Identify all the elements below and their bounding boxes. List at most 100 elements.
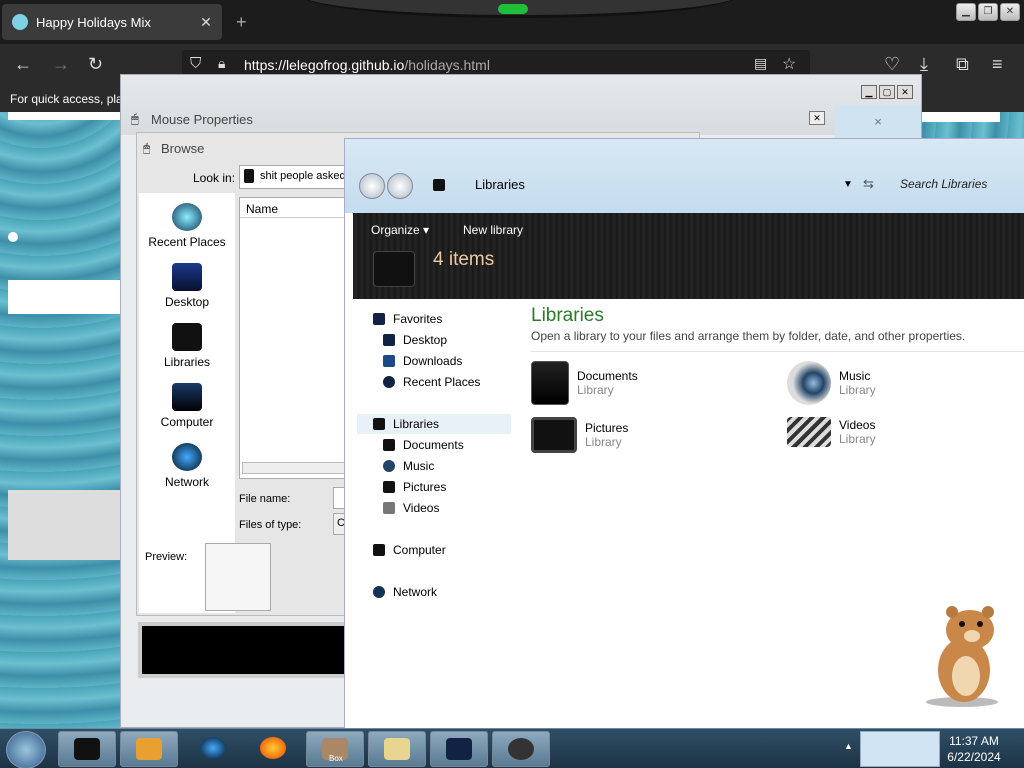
- clock[interactable]: 11:37 AM 6/22/2024: [944, 733, 1004, 765]
- divider: [531, 351, 1024, 352]
- nav-desktop[interactable]: Desktop: [383, 330, 447, 350]
- page-strip: [8, 280, 120, 314]
- libraries-icon: [373, 251, 415, 287]
- page-description: Open a library to your files and arrange…: [531, 329, 966, 343]
- back-button[interactable]: [359, 173, 385, 199]
- libraries-icon: [373, 418, 385, 430]
- notification-tray[interactable]: [860, 731, 940, 767]
- browser-tab[interactable]: Happy Holidays Mix ✕: [2, 4, 222, 40]
- bookmark-star-icon[interactable]: ☆: [782, 54, 796, 74]
- place-computer[interactable]: Computer: [139, 383, 235, 429]
- page-strip: [8, 490, 120, 560]
- url-path: /holidays.html: [404, 57, 490, 73]
- taskbar-explorer[interactable]: [368, 731, 426, 767]
- close-button[interactable]: ✕: [1000, 3, 1020, 21]
- library-type: Library: [585, 435, 622, 449]
- reload-icon[interactable]: ↻: [88, 54, 103, 75]
- library-name: Videos: [839, 418, 876, 432]
- library-item-music[interactable]: Music Library: [787, 361, 876, 405]
- network-icon: [172, 443, 202, 471]
- nav-downloads[interactable]: Downloads: [383, 351, 462, 371]
- dialog-close-button[interactable]: ✕: [809, 111, 825, 125]
- library-item-documents[interactable]: Documents Library: [531, 361, 638, 405]
- chevron-down-icon[interactable]: ▼: [843, 179, 853, 190]
- tray-expand-icon[interactable]: ▲: [844, 741, 853, 751]
- nav-videos[interactable]: Videos: [383, 498, 439, 518]
- monitor-preview: [138, 622, 348, 678]
- recent-places-icon: [383, 376, 395, 388]
- place-network[interactable]: Network: [139, 443, 235, 489]
- look-in-label: Look in:: [193, 171, 236, 185]
- nav-label: Recent Places: [403, 375, 481, 389]
- nav-documents[interactable]: Documents: [383, 435, 464, 455]
- nav-label: Desktop: [403, 333, 448, 347]
- tab-favicon-icon: [12, 14, 28, 30]
- network-icon: [373, 586, 385, 598]
- close-tab-icon[interactable]: ✕: [196, 14, 216, 31]
- nav-pictures[interactable]: Pictures: [383, 477, 446, 497]
- maximize-button[interactable]: ▢: [879, 85, 895, 99]
- back-icon[interactable]: ←: [14, 54, 32, 75]
- dialog-title: Browse: [161, 141, 205, 156]
- refresh-icon[interactable]: ⇆: [863, 176, 874, 192]
- command-bar: Organize ▾ New library 4 items: [353, 213, 1024, 299]
- library-type: Library: [839, 432, 876, 446]
- search-input[interactable]: Search Libraries: [900, 177, 987, 191]
- place-recent-places[interactable]: Recent Places: [139, 203, 235, 249]
- extensions-icon[interactable]: ⧉: [956, 54, 969, 75]
- folder-icon: [384, 738, 410, 760]
- nav-label: Network: [393, 585, 438, 599]
- library-item-pictures[interactable]: Pictures Library: [531, 417, 628, 453]
- nav-favorites[interactable]: Favorites: [373, 309, 442, 329]
- close-icon[interactable]: ×: [874, 114, 882, 129]
- libraries-icon: [172, 323, 202, 351]
- new-tab-icon[interactable]: +: [236, 12, 247, 33]
- nav-label: Music: [403, 459, 435, 473]
- place-libraries[interactable]: Libraries: [139, 323, 235, 369]
- clock-date: 6/22/2024: [947, 750, 1001, 764]
- nav-recent-places[interactable]: Recent Places: [383, 372, 480, 392]
- desktop-icon: [172, 263, 202, 291]
- place-label: Computer: [160, 415, 214, 429]
- breadcrumb[interactable]: Libraries: [475, 177, 525, 192]
- file-type-label: Files of type:: [239, 519, 302, 531]
- menu-icon[interactable]: ≡: [992, 54, 1003, 75]
- pocket-icon[interactable]: ♡: [884, 54, 900, 75]
- clock-time: 11:37 AM: [949, 734, 999, 748]
- nav-computer[interactable]: Computer: [373, 540, 446, 560]
- url-text[interactable]: https://lelegofrog.github.io/holidays.ht…: [244, 57, 490, 73]
- lock-icon[interactable]: 🔒︎: [218, 55, 225, 72]
- page-strip: [920, 112, 1000, 122]
- place-label: Recent Places: [148, 235, 226, 249]
- restore-button[interactable]: ❐: [978, 3, 998, 21]
- nav-libraries[interactable]: Libraries: [357, 414, 511, 434]
- nav-network[interactable]: Network: [373, 582, 437, 602]
- organize-button[interactable]: Organize ▾: [371, 223, 429, 237]
- look-in-value: shit people asked: [260, 170, 346, 182]
- reader-view-icon[interactable]: ▤: [754, 55, 767, 72]
- download-icon[interactable]: ⤓: [920, 54, 928, 75]
- new-library-button[interactable]: New library: [463, 223, 523, 237]
- shield-icon[interactable]: ⛉: [190, 55, 201, 72]
- forward-icon[interactable]: →: [52, 54, 70, 75]
- item-count: 4 items: [433, 249, 495, 270]
- place-label: Libraries: [163, 355, 211, 369]
- close-button[interactable]: ✕: [897, 85, 913, 99]
- minimize-button[interactable]: ▁: [956, 3, 976, 21]
- taskbar-globe[interactable]: [184, 731, 242, 767]
- taskbar-mouse[interactable]: [492, 731, 550, 767]
- nav-music[interactable]: Music: [383, 456, 434, 476]
- taskbar-media-player[interactable]: [120, 731, 178, 767]
- taskbar: Box ▲ 11:37 AM 6/22/2024: [0, 728, 1024, 768]
- nav-label: Documents: [403, 438, 464, 452]
- place-desktop[interactable]: Desktop: [139, 263, 235, 309]
- minimize-button[interactable]: ▁: [861, 85, 877, 99]
- start-button[interactable]: [6, 731, 46, 768]
- page-title: Libraries: [531, 305, 604, 326]
- taskbar-display[interactable]: [430, 731, 488, 767]
- library-item-videos[interactable]: Videos Library: [787, 417, 876, 447]
- forward-button[interactable]: [387, 173, 413, 199]
- taskbar-libraries[interactable]: [58, 731, 116, 767]
- taskbar-box[interactable]: Box: [306, 731, 364, 767]
- taskbar-firefox[interactable]: [244, 731, 302, 767]
